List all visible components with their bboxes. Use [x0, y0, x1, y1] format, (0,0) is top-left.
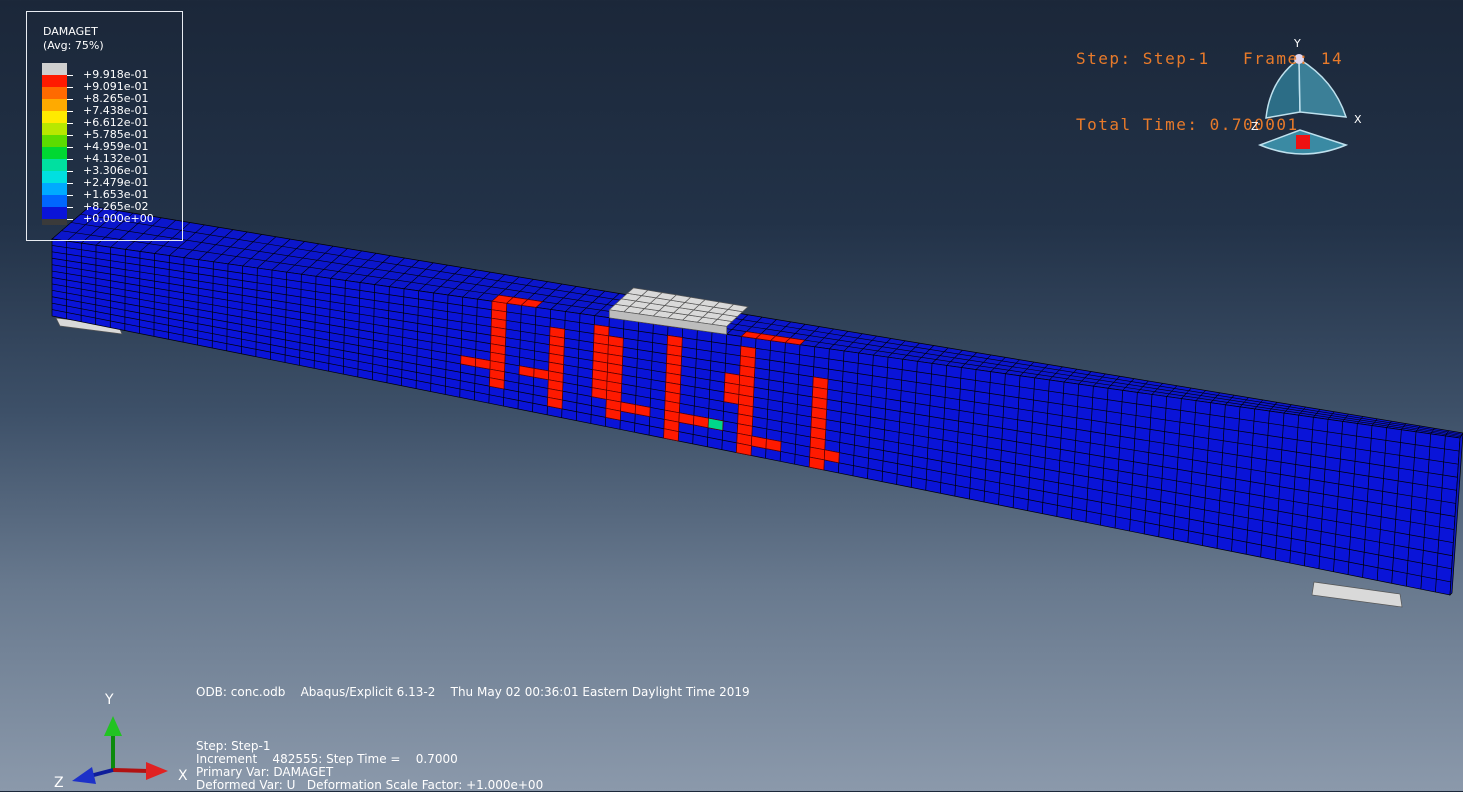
legend-swatch: [42, 135, 67, 147]
legend-tick: [67, 207, 73, 208]
axis-triad: [72, 716, 168, 784]
legend-title: DAMAGET (Avg: 75%): [43, 25, 104, 53]
legend-swatch: [42, 87, 67, 99]
legend-tick: [67, 99, 73, 100]
triad-z-label: Z: [54, 775, 64, 791]
legend-swatch: [42, 171, 67, 183]
legend-tick: [67, 171, 73, 172]
view-cube-z-label: Z: [1251, 120, 1259, 133]
legend-tick: [67, 75, 73, 76]
deformed-var-line: Deformed Var: U Deformation Scale Factor…: [196, 779, 543, 792]
legend-swatch: [42, 111, 67, 123]
legend-tick: [67, 183, 73, 184]
legend-tick: [67, 219, 73, 220]
z-axis-arrow-icon: [72, 767, 96, 784]
legend-swatch: [42, 147, 67, 159]
legend-swatch: [42, 75, 67, 87]
legend-variable: DAMAGET: [43, 25, 104, 39]
x-axis-arrow-icon: [146, 762, 168, 780]
legend-label: +0.000e+00: [83, 213, 154, 225]
legend-swatch: [42, 123, 67, 135]
concrete-beam-mesh: [52, 206, 1463, 607]
legend-swatch: [42, 63, 67, 75]
step-frame-status: Step: Step-1 Frame: 14 Total Time: 0.700…: [1076, 4, 1343, 158]
legend-tick: [67, 195, 73, 196]
legend-swatch: [42, 159, 67, 171]
legend-tick: [67, 111, 73, 112]
legend-swatch: [42, 99, 67, 111]
legend-tick: [67, 135, 73, 136]
total-time-line: Total Time: 0.700001: [1076, 114, 1343, 136]
support-pad-right: [1312, 582, 1402, 607]
y-axis-arrow-icon: [104, 716, 122, 736]
odb-info-line: ODB: conc.odb Abaqus/Explicit 6.13-2 Thu…: [196, 686, 750, 699]
legend-tick: [67, 159, 73, 160]
triad-x-label: X: [178, 768, 188, 784]
legend-averaging: (Avg: 75%): [43, 39, 104, 53]
contour-legend: DAMAGET (Avg: 75%) +9.918e-01+9.091e-01+…: [26, 11, 183, 241]
view-cube-x-label: X: [1354, 113, 1362, 126]
step-frame-line: Step: Step-1 Frame: 14: [1076, 48, 1343, 70]
legend-swatch: [42, 207, 67, 219]
legend-swatch: [42, 219, 67, 225]
legend-tick: [67, 123, 73, 124]
legend-tick: [67, 87, 73, 88]
legend-swatch: [42, 183, 67, 195]
legend-swatch: [42, 195, 67, 207]
triad-y-label: Y: [105, 692, 114, 708]
view-cube-y-label: Y: [1294, 37, 1301, 50]
legend-tick: [67, 147, 73, 148]
